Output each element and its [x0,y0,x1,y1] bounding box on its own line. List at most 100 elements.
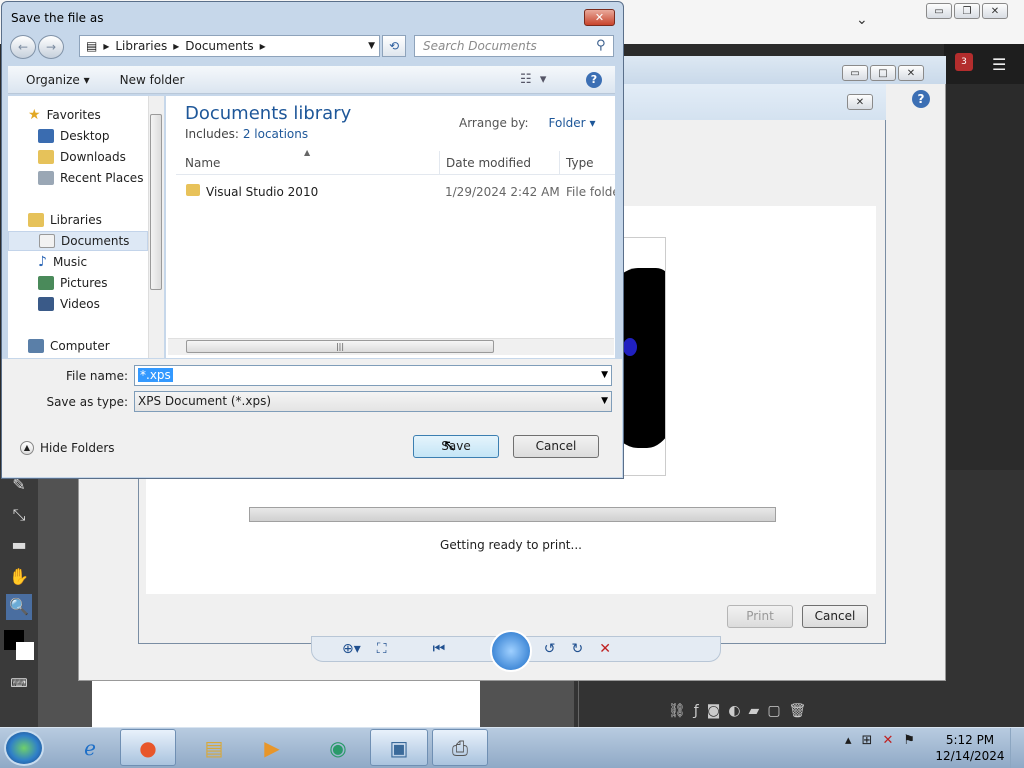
firefox-icon[interactable]: ● [120,729,176,766]
zoom-tool-icon[interactable]: 🔍 [6,594,32,620]
search-input[interactable]: Search Documents [414,35,614,57]
nav-favorites[interactable]: ★ Favorites [28,105,101,125]
print-dialog-close-icon[interactable]: ✕ [847,94,873,110]
file-name: Visual Studio 2010 [206,185,319,199]
refresh-icon[interactable]: ⟲ [382,35,406,57]
mask-icon[interactable]: ◙ [707,703,721,719]
rectangle-tool-icon[interactable]: ▬ [6,532,32,558]
new-folder-button[interactable]: New folder [120,73,185,87]
minimize-icon[interactable]: ▭ [926,3,952,19]
print-button[interactable]: Print [727,605,793,628]
folder-icon[interactable]: ▰ [749,703,760,719]
arrange-by-dropdown[interactable]: Folder ▾ [539,116,596,130]
maximize-icon[interactable]: □ [870,65,896,81]
print-cancel-button[interactable]: Cancel [802,605,868,628]
nav-downloads[interactable]: Downloads [38,147,126,167]
media-player-icon[interactable]: ▶ [244,729,300,766]
address-dropdown-icon[interactable]: ▼ [368,41,375,51]
start-button[interactable] [4,730,44,766]
nav-libraries[interactable]: Libraries [28,210,102,230]
fit-page-icon[interactable]: ⛶ [377,641,387,657]
adjustment-icon[interactable]: ◐ [728,703,740,719]
slideshow-button[interactable] [490,630,532,672]
nav-scrollbar-thumb[interactable] [150,114,162,290]
nav-computer[interactable]: Computer [28,336,110,356]
keyboard-icon[interactable]: ⌨ [6,670,32,696]
new-layer-icon[interactable]: ▢ [767,703,780,719]
file-type: File folder [566,185,615,199]
close-icon[interactable]: ✕ [584,9,615,26]
close-icon[interactable]: ✕ [898,65,924,81]
delete-icon[interactable]: ✕ [599,641,611,657]
save-type-select[interactable]: XPS Document (*.xps) ▼ [134,391,612,412]
hamburger-menu-icon[interactable]: ☰ [992,55,1006,74]
organize-button[interactable]: Organize ▾ [26,73,90,87]
file-name-input[interactable]: *.xps ▼ [134,365,612,386]
nav-documents[interactable]: Documents [8,231,148,251]
hide-folders-toggle[interactable]: ▲ Hide Folders [20,441,115,455]
clock[interactable]: 5:12 PM 12/14/2024 [935,732,1005,764]
locations-link[interactable]: 2 locations [243,127,308,141]
search-icon[interactable]: ⚲ [596,38,606,53]
nav-desktop[interactable]: Desktop [38,126,110,146]
tools-panel: ✎ ⤡ ▬ ✋ 🔍 ⌨ [0,470,38,727]
nav-videos[interactable]: Videos [38,294,100,314]
internet-explorer-icon[interactable]: ℯ [62,729,118,766]
mouse-cursor: ↖ [443,436,457,455]
effects-icon[interactable]: ƒ [694,703,699,719]
help-icon[interactable]: ? [912,90,930,108]
cancel-button[interactable]: Cancel [513,435,599,458]
rotate-right-icon[interactable]: ↻ [572,641,584,657]
save-dialog-title: Save the file as [11,11,104,25]
desktop-icon [38,129,54,143]
address-bar[interactable]: ▤ ▸ Libraries ▸ Documents ▸ ▼ [79,35,380,57]
app-icon[interactable]: ◉ [310,729,366,766]
panel-icons: ⛓ ƒ ◙ ◐ ▰ ▢ 🗑 [668,703,806,719]
chevron-down-icon[interactable]: ⌄ [856,12,868,28]
file-explorer-icon[interactable]: ▤ [186,729,242,766]
help-icon[interactable]: ? [586,72,602,88]
pictures-icon [38,276,54,290]
print-window-controls: ▭ □ ✕ [842,65,924,81]
notification-badge[interactable]: 3 [955,53,973,71]
file-name-label: File name: [66,369,128,383]
restore-icon[interactable]: ❐ [954,3,980,19]
column-type[interactable]: Type [566,156,594,170]
close-icon[interactable]: ✕ [982,3,1008,19]
videos-icon [38,297,54,311]
libraries-icon [28,213,44,227]
nav-music[interactable]: ♪ Music [38,252,87,272]
column-date-modified[interactable]: Date modified [446,156,531,170]
background-color-swatch[interactable] [16,642,34,660]
zoom-icon[interactable]: ⊕▾ [342,641,361,657]
show-hidden-icons-icon[interactable]: ▴ [845,733,852,748]
view-options-icon[interactable]: ☷ ▾ [520,72,546,87]
chevron-down-icon: ▼ [601,396,608,406]
network-icon[interactable]: ⊞ [862,733,873,748]
volume-muted-icon[interactable]: ✕ [882,733,893,748]
rotate-left-icon[interactable]: ↺ [544,641,556,657]
nav-recent-places[interactable]: Recent Places [38,168,143,188]
minimize-icon[interactable]: ▭ [842,65,868,81]
file-date: 1/29/2024 2:42 AM [445,185,560,199]
library-icon: ▤ [86,39,98,53]
horizontal-scrollbar-thumb[interactable]: ||| [186,340,494,353]
trash-icon[interactable]: 🗑 [789,703,807,719]
action-center-icon[interactable]: ⚑ [903,733,915,748]
select-tool-icon[interactable]: ⤡ [6,502,32,528]
first-page-icon[interactable]: ⏮ [433,641,446,657]
navigation-pane: ★ Favorites Desktop Downloads Recent Plac… [8,96,164,358]
back-arrow-icon[interactable]: ← [10,35,36,59]
file-row[interactable]: Visual Studio 2010 1/29/2024 2:42 AM Fil… [176,181,615,203]
forward-arrow-icon[interactable]: → [38,35,64,59]
star-icon: ★ [28,107,41,123]
nav-pictures[interactable]: Pictures [38,273,108,293]
breadcrumb-documents[interactable]: Documents [185,39,253,53]
show-desktop-button[interactable] [1010,728,1024,768]
link-icon[interactable]: ⛓ [668,703,686,719]
printer-icon[interactable]: ⎙ [432,729,488,766]
column-name[interactable]: Name [185,156,220,170]
image-viewer-icon[interactable]: ▣ [370,729,428,766]
hand-tool-icon[interactable]: ✋ [6,564,32,590]
breadcrumb-libraries[interactable]: Libraries [115,39,167,53]
